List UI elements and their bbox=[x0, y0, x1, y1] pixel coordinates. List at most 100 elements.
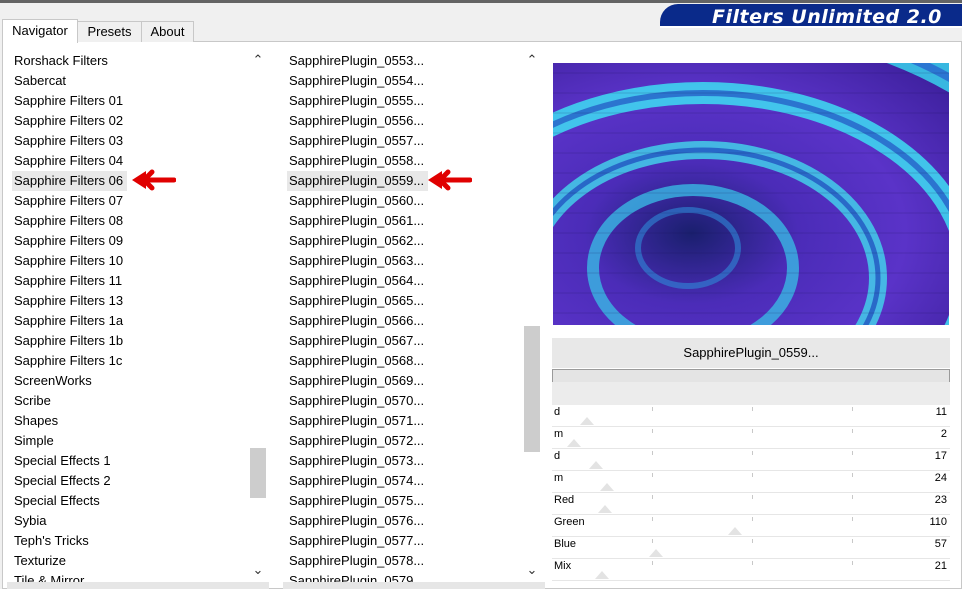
tab-presets[interactable]: Presets bbox=[77, 21, 142, 42]
tab-about[interactable]: About bbox=[141, 21, 194, 42]
category-item[interactable]: Sapphire Filters 1b bbox=[12, 331, 127, 351]
param-value: 110 bbox=[929, 516, 947, 528]
category-item[interactable]: Sapphire Filters 10 bbox=[12, 251, 127, 271]
param-label: m bbox=[554, 472, 564, 484]
param-row[interactable]: Green 110 bbox=[552, 515, 950, 537]
category-item[interactable]: Teph's Tricks bbox=[12, 531, 93, 551]
filter-item[interactable]: SapphirePlugin_0571... bbox=[287, 411, 428, 431]
param-row[interactable]: m2 bbox=[552, 427, 950, 449]
category-item[interactable]: Rorshack Filters bbox=[12, 51, 112, 71]
filter-item[interactable]: SapphirePlugin_0562... bbox=[287, 231, 428, 251]
category-item[interactable]: Sapphire Filters 03 bbox=[12, 131, 127, 151]
slider-thumb[interactable] bbox=[589, 461, 603, 469]
filter-item[interactable]: SapphirePlugin_0556... bbox=[287, 111, 428, 131]
filter-scrollbar[interactable]: ⌃ ⌄ bbox=[522, 49, 542, 582]
category-item[interactable]: Sapphire Filters 02 bbox=[12, 111, 127, 131]
filter-item[interactable]: SapphirePlugin_0573... bbox=[287, 451, 428, 471]
slider-thumb[interactable] bbox=[600, 483, 614, 491]
category-item[interactable]: Sapphire Filters 07 bbox=[12, 191, 127, 211]
filter-item[interactable]: SapphirePlugin_0574... bbox=[287, 471, 428, 491]
param-label: Green bbox=[554, 516, 585, 528]
scroll-up-icon[interactable]: ⌃ bbox=[522, 49, 542, 71]
filter-name-box: SapphirePlugin_0559... bbox=[552, 338, 950, 368]
filter-item[interactable]: SapphirePlugin_0578... bbox=[287, 551, 428, 571]
param-row[interactable]: Red 23 bbox=[552, 493, 950, 515]
slider-tick bbox=[652, 407, 653, 411]
category-list[interactable]: Rorshack Filters Sabercat Sapphire Filters… bbox=[12, 49, 248, 582]
category-item[interactable]: Sapphire Filters 11 bbox=[12, 271, 126, 291]
filter-item[interactable]: SapphirePlugin_0575... bbox=[287, 491, 428, 511]
category-horizontal-scrollbar[interactable] bbox=[7, 582, 269, 589]
category-item[interactable]: Sapphire Filters 06 bbox=[12, 171, 128, 191]
category-item[interactable]: Special Effects 1 bbox=[12, 451, 115, 471]
category-item[interactable]: Tile & Mirror bbox=[12, 571, 88, 582]
filter-item[interactable]: SapphirePlugin_0557... bbox=[287, 131, 428, 151]
slider-tick bbox=[752, 473, 753, 477]
filter-item[interactable]: SapphirePlugin_0558... bbox=[287, 151, 428, 171]
category-scrollbar[interactable]: ⌃ ⌄ bbox=[248, 49, 268, 582]
slider-thumb[interactable] bbox=[580, 417, 594, 425]
category-item[interactable]: Special Effects 2 bbox=[12, 471, 115, 491]
category-item[interactable]: Sapphire Filters 1a bbox=[12, 311, 127, 331]
category-item[interactable]: Sapphire Filters 09 bbox=[12, 231, 127, 251]
category-item[interactable]: Sapphire Filters 1c bbox=[12, 351, 126, 371]
filter-item[interactable]: SapphirePlugin_0576... bbox=[287, 511, 428, 531]
category-item[interactable]: Texturize bbox=[12, 551, 70, 571]
filter-item[interactable]: SapphirePlugin_0579... bbox=[287, 571, 428, 582]
filter-scroll-thumb[interactable] bbox=[524, 326, 540, 452]
category-item[interactable]: Simple bbox=[12, 431, 58, 451]
slider-tick bbox=[852, 517, 853, 521]
filter-item[interactable]: SapphirePlugin_0554... bbox=[287, 71, 428, 91]
slider-tick bbox=[752, 539, 753, 543]
param-row[interactable]: d 17 bbox=[552, 449, 950, 471]
filter-item[interactable]: SapphirePlugin_0561... bbox=[287, 211, 428, 231]
param-row[interactable]: m 24 bbox=[552, 471, 950, 493]
slider-thumb[interactable] bbox=[567, 439, 581, 447]
category-item[interactable]: Special Effects bbox=[12, 491, 104, 511]
filter-item[interactable]: SapphirePlugin_0555... bbox=[287, 91, 428, 111]
filter-list[interactable]: SapphirePlugin_0553... SapphirePlugin_055… bbox=[287, 49, 521, 582]
category-item[interactable]: Shapes bbox=[12, 411, 62, 431]
filter-horizontal-scrollbar[interactable] bbox=[283, 582, 545, 589]
category-item[interactable]: Sapphire Filters 08 bbox=[12, 211, 127, 231]
filter-item[interactable]: SapphirePlugin_0569... bbox=[287, 371, 428, 391]
filter-item[interactable]: SapphirePlugin_0559... bbox=[287, 171, 429, 191]
category-item[interactable]: Sybia bbox=[12, 511, 51, 531]
param-row[interactable]: Blue 57 bbox=[552, 537, 950, 559]
tab-navigator[interactable]: Navigator bbox=[2, 19, 78, 43]
filter-item[interactable]: SapphirePlugin_0564... bbox=[287, 271, 428, 291]
param-row[interactable]: Mix 21 bbox=[552, 559, 950, 581]
filter-item[interactable]: SapphirePlugin_0572... bbox=[287, 431, 428, 451]
param-label: m bbox=[554, 428, 564, 440]
category-item[interactable]: Sapphire Filters 13 bbox=[12, 291, 127, 311]
slider-thumb[interactable] bbox=[728, 527, 742, 535]
filter-item[interactable]: SapphirePlugin_0560... bbox=[287, 191, 428, 211]
filter-item[interactable]: SapphirePlugin_0565... bbox=[287, 291, 428, 311]
category-item[interactable]: Sapphire Filters 04 bbox=[12, 151, 127, 171]
filter-item[interactable]: SapphirePlugin_0567... bbox=[287, 331, 428, 351]
param-value: 23 bbox=[934, 494, 947, 506]
category-scroll-thumb[interactable] bbox=[250, 448, 266, 498]
scroll-down-icon[interactable]: ⌄ bbox=[522, 559, 542, 581]
scroll-down-icon[interactable]: ⌄ bbox=[248, 559, 268, 581]
slider-thumb[interactable] bbox=[598, 505, 612, 513]
filter-item[interactable]: SapphirePlugin_0568... bbox=[287, 351, 428, 371]
slider-tick bbox=[852, 561, 853, 565]
slider-tick bbox=[752, 561, 753, 565]
filter-item[interactable]: SapphirePlugin_0570... bbox=[287, 391, 428, 411]
category-item[interactable]: Sapphire Filters 01 bbox=[12, 91, 127, 111]
category-item[interactable]: Scribe bbox=[12, 391, 55, 411]
param-label: Mix bbox=[554, 560, 572, 572]
param-row[interactable]: d 11 bbox=[552, 405, 950, 427]
slider-thumb[interactable] bbox=[649, 549, 663, 557]
category-item[interactable]: ScreenWorks bbox=[12, 371, 96, 391]
filter-item[interactable]: SapphirePlugin_0563... bbox=[287, 251, 428, 271]
slider-thumb[interactable] bbox=[595, 571, 609, 579]
category-item[interactable]: Sabercat bbox=[12, 71, 70, 91]
scroll-up-icon[interactable]: ⌃ bbox=[248, 49, 268, 71]
filter-item[interactable]: SapphirePlugin_0577... bbox=[287, 531, 428, 551]
param-value: 2 bbox=[940, 428, 947, 440]
filter-item[interactable]: SapphirePlugin_0566... bbox=[287, 311, 428, 331]
filter-item[interactable]: SapphirePlugin_0553... bbox=[287, 51, 428, 71]
slider-tick bbox=[852, 495, 853, 499]
